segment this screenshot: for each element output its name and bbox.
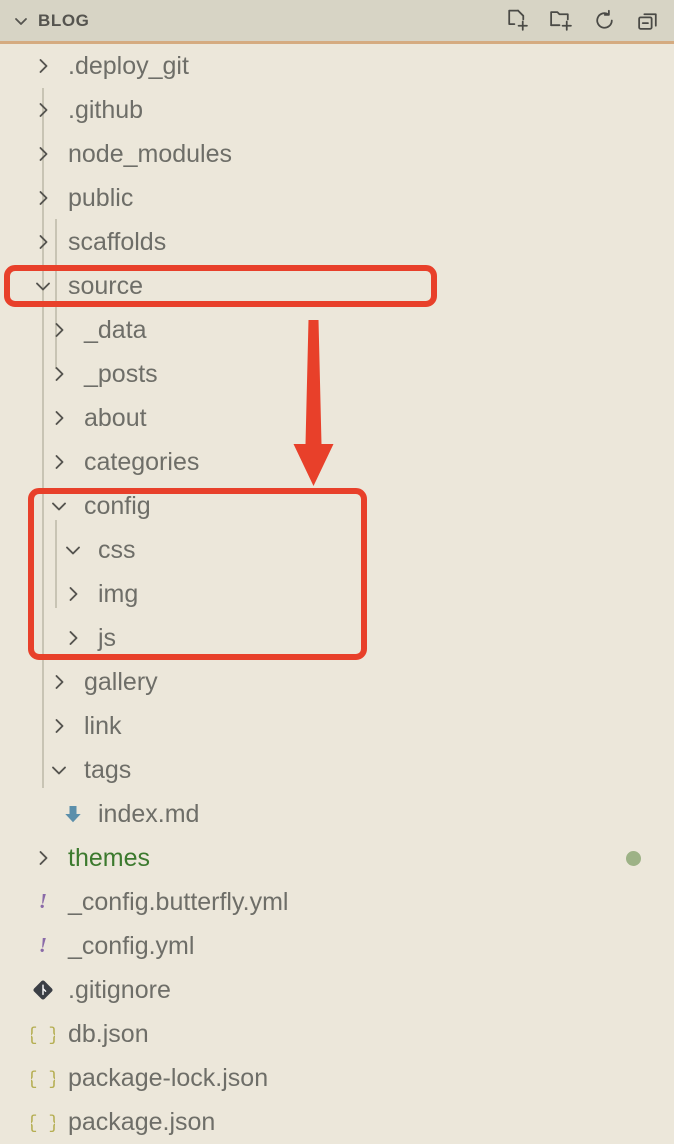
chevron-right-icon[interactable] bbox=[46, 361, 72, 387]
tree-item-label: categories bbox=[84, 447, 200, 476]
tree-item-label: link bbox=[84, 711, 122, 740]
svg-text:{ }: { } bbox=[31, 1070, 55, 1089]
tree-row[interactable]: { } package-lock.json bbox=[0, 1056, 674, 1100]
tree-item-label: img bbox=[98, 579, 139, 608]
tree-row[interactable]: img bbox=[0, 572, 674, 616]
tree-row[interactable]: css bbox=[0, 528, 674, 572]
tree-item-label: _data bbox=[84, 315, 147, 344]
tree-row[interactable]: source bbox=[0, 264, 674, 308]
chevron-right-icon[interactable] bbox=[30, 845, 56, 871]
chevron-right-icon[interactable] bbox=[30, 229, 56, 255]
tree-row[interactable]: .github bbox=[0, 88, 674, 132]
tree-row[interactable]: index.md bbox=[0, 792, 674, 836]
tree-item-label: scaffolds bbox=[68, 227, 167, 256]
tree-item-label: config bbox=[84, 491, 151, 520]
chevron-down-icon[interactable] bbox=[46, 757, 72, 783]
tree-item-label: .gitignore bbox=[68, 975, 171, 1004]
chevron-down-icon[interactable] bbox=[60, 537, 86, 563]
tree-row[interactable]: { } package.json bbox=[0, 1100, 674, 1144]
tree-item-label: themes bbox=[68, 843, 150, 872]
tree-item-label: _config.yml bbox=[68, 931, 195, 960]
tree-item-label: package.json bbox=[68, 1107, 216, 1136]
tree-row[interactable]: categories bbox=[0, 440, 674, 484]
chevron-right-icon[interactable] bbox=[60, 625, 86, 651]
new-folder-icon[interactable] bbox=[547, 7, 574, 34]
chevron-right-icon[interactable] bbox=[30, 141, 56, 167]
tree-row[interactable]: themes bbox=[0, 836, 674, 880]
tree-row[interactable]: js bbox=[0, 616, 674, 660]
chevron-down-icon[interactable] bbox=[10, 10, 32, 32]
tree-item-label: about bbox=[84, 403, 147, 432]
chevron-right-icon[interactable] bbox=[60, 581, 86, 607]
chevron-right-icon[interactable] bbox=[30, 185, 56, 211]
chevron-down-icon[interactable] bbox=[46, 493, 72, 519]
tree-item-label: .github bbox=[68, 95, 144, 124]
chevron-right-icon[interactable] bbox=[30, 53, 56, 79]
tree-row[interactable]: _posts bbox=[0, 352, 674, 396]
json-icon: { } bbox=[30, 1065, 56, 1091]
tree-item-label: node_modules bbox=[68, 139, 233, 168]
yaml-icon: ! bbox=[30, 933, 56, 959]
explorer-title: BLOG bbox=[38, 10, 90, 30]
tree-row[interactable]: link bbox=[0, 704, 674, 748]
tree-item-label: gallery bbox=[84, 667, 158, 696]
tree-row[interactable]: scaffolds bbox=[0, 220, 674, 264]
tree-row[interactable]: .deploy_git bbox=[0, 44, 674, 88]
chevron-right-icon[interactable] bbox=[46, 669, 72, 695]
svg-text:{ }: { } bbox=[31, 1114, 55, 1133]
tree-item-label: tags bbox=[84, 755, 132, 784]
tree-item-label: _posts bbox=[84, 359, 158, 388]
new-file-icon[interactable] bbox=[503, 7, 530, 34]
markdown-icon bbox=[60, 801, 86, 827]
tree-item-label: .deploy_git bbox=[68, 51, 189, 80]
tree-row[interactable]: node_modules bbox=[0, 132, 674, 176]
file-tree: .deploy_git .github node_modulespublic scaf… bbox=[0, 44, 674, 1144]
refresh-icon[interactable] bbox=[591, 7, 618, 34]
tree-item-label: db.json bbox=[68, 1019, 149, 1048]
tree-row[interactable]: gallery bbox=[0, 660, 674, 704]
explorer-header: BLOG bbox=[0, 0, 674, 44]
tree-item-label: index.md bbox=[98, 799, 200, 828]
tree-row[interactable]: ! _config.yml bbox=[0, 924, 674, 968]
chevron-down-icon[interactable] bbox=[30, 273, 56, 299]
tree-item-label: css bbox=[98, 535, 136, 564]
collapse-all-icon[interactable] bbox=[635, 7, 662, 34]
svg-text:!: ! bbox=[39, 891, 47, 913]
chevron-right-icon[interactable] bbox=[46, 405, 72, 431]
tree-row[interactable]: tags bbox=[0, 748, 674, 792]
yaml-icon: ! bbox=[30, 889, 56, 915]
explorer-actions bbox=[503, 7, 662, 34]
tree-row[interactable]: about bbox=[0, 396, 674, 440]
tree-row[interactable]: config bbox=[0, 484, 674, 528]
tree-row[interactable]: ! _config.butterfly.yml bbox=[0, 880, 674, 924]
tree-item-label: public bbox=[68, 183, 134, 212]
tree-item-label: _config.butterfly.yml bbox=[68, 887, 289, 916]
chevron-right-icon[interactable] bbox=[46, 449, 72, 475]
tree-item-label: package-lock.json bbox=[68, 1063, 269, 1092]
chevron-right-icon[interactable] bbox=[46, 713, 72, 739]
tree-item-label: source bbox=[68, 271, 144, 300]
git-status-dot bbox=[626, 850, 641, 866]
json-icon: { } bbox=[30, 1021, 56, 1047]
tree-row[interactable]: { } db.json bbox=[0, 1012, 674, 1056]
git-icon bbox=[30, 977, 56, 1003]
chevron-right-icon[interactable] bbox=[30, 97, 56, 123]
tree-row[interactable]: _data bbox=[0, 308, 674, 352]
tree-item-label: js bbox=[98, 623, 117, 652]
tree-row[interactable]: public bbox=[0, 176, 674, 220]
tree-row[interactable]: .gitignore bbox=[0, 968, 674, 1012]
svg-text:!: ! bbox=[39, 935, 47, 957]
json-icon: { } bbox=[30, 1109, 56, 1135]
svg-text:{ }: { } bbox=[31, 1026, 55, 1045]
chevron-right-icon[interactable] bbox=[46, 317, 72, 343]
